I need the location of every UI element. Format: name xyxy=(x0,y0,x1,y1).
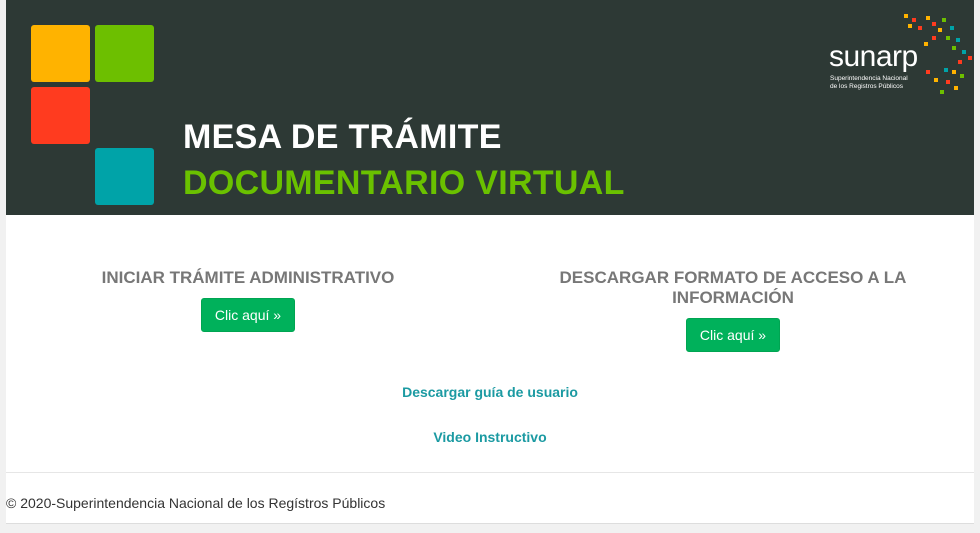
download-user-guide-link[interactable]: Descargar guía de usuario xyxy=(6,384,974,400)
page-container: MESA DE TRÁMITE DOCUMENTARIO VIRTUAL sun… xyxy=(6,0,974,524)
footer-copyright: © 2020-Superintendencia Nacional de los … xyxy=(6,495,386,511)
sunarp-subtitle: Superintendencia Nacional de los Registr… xyxy=(830,75,930,91)
start-procedure-section: INICIAR TRÁMITE ADMINISTRATIVO Clic aquí… xyxy=(28,268,468,332)
sunarp-subtitle-line2: de los Registros Públicos xyxy=(830,83,903,90)
footer-divider xyxy=(6,472,974,473)
sunarp-wordmark: sunarp xyxy=(829,40,918,73)
sunarp-subtitle-line1: Superintendencia Nacional xyxy=(830,75,908,82)
download-format-heading: DESCARGAR FORMATO DE ACCESO A LA INFORMA… xyxy=(513,268,953,308)
download-format-section: DESCARGAR FORMATO DE ACCESO A LA INFORMA… xyxy=(513,268,953,352)
download-format-button[interactable]: Clic aquí » xyxy=(685,318,781,352)
download-format-heading-line2: INFORMACIÓN xyxy=(672,288,794,307)
download-format-heading-line1: DESCARGAR FORMATO DE ACCESO A LA xyxy=(559,268,907,287)
logo-tile-yellow xyxy=(31,25,90,82)
logo-tile-green xyxy=(95,25,154,82)
start-procedure-heading: INICIAR TRÁMITE ADMINISTRATIVO xyxy=(101,268,395,287)
sunarp-logo: sunarp Superintendencia Nacional de los … xyxy=(824,12,976,102)
page-title-line1: MESA DE TRÁMITE xyxy=(183,118,502,156)
header-banner: MESA DE TRÁMITE DOCUMENTARIO VIRTUAL sun… xyxy=(6,0,974,215)
start-procedure-button[interactable]: Clic aquí » xyxy=(200,298,296,332)
instructional-video-link[interactable]: Video Instructivo xyxy=(6,429,974,445)
page-title-line2: DOCUMENTARIO VIRTUAL xyxy=(183,164,625,202)
logo-tile-teal xyxy=(95,148,154,205)
logo-tile-red xyxy=(31,87,90,144)
